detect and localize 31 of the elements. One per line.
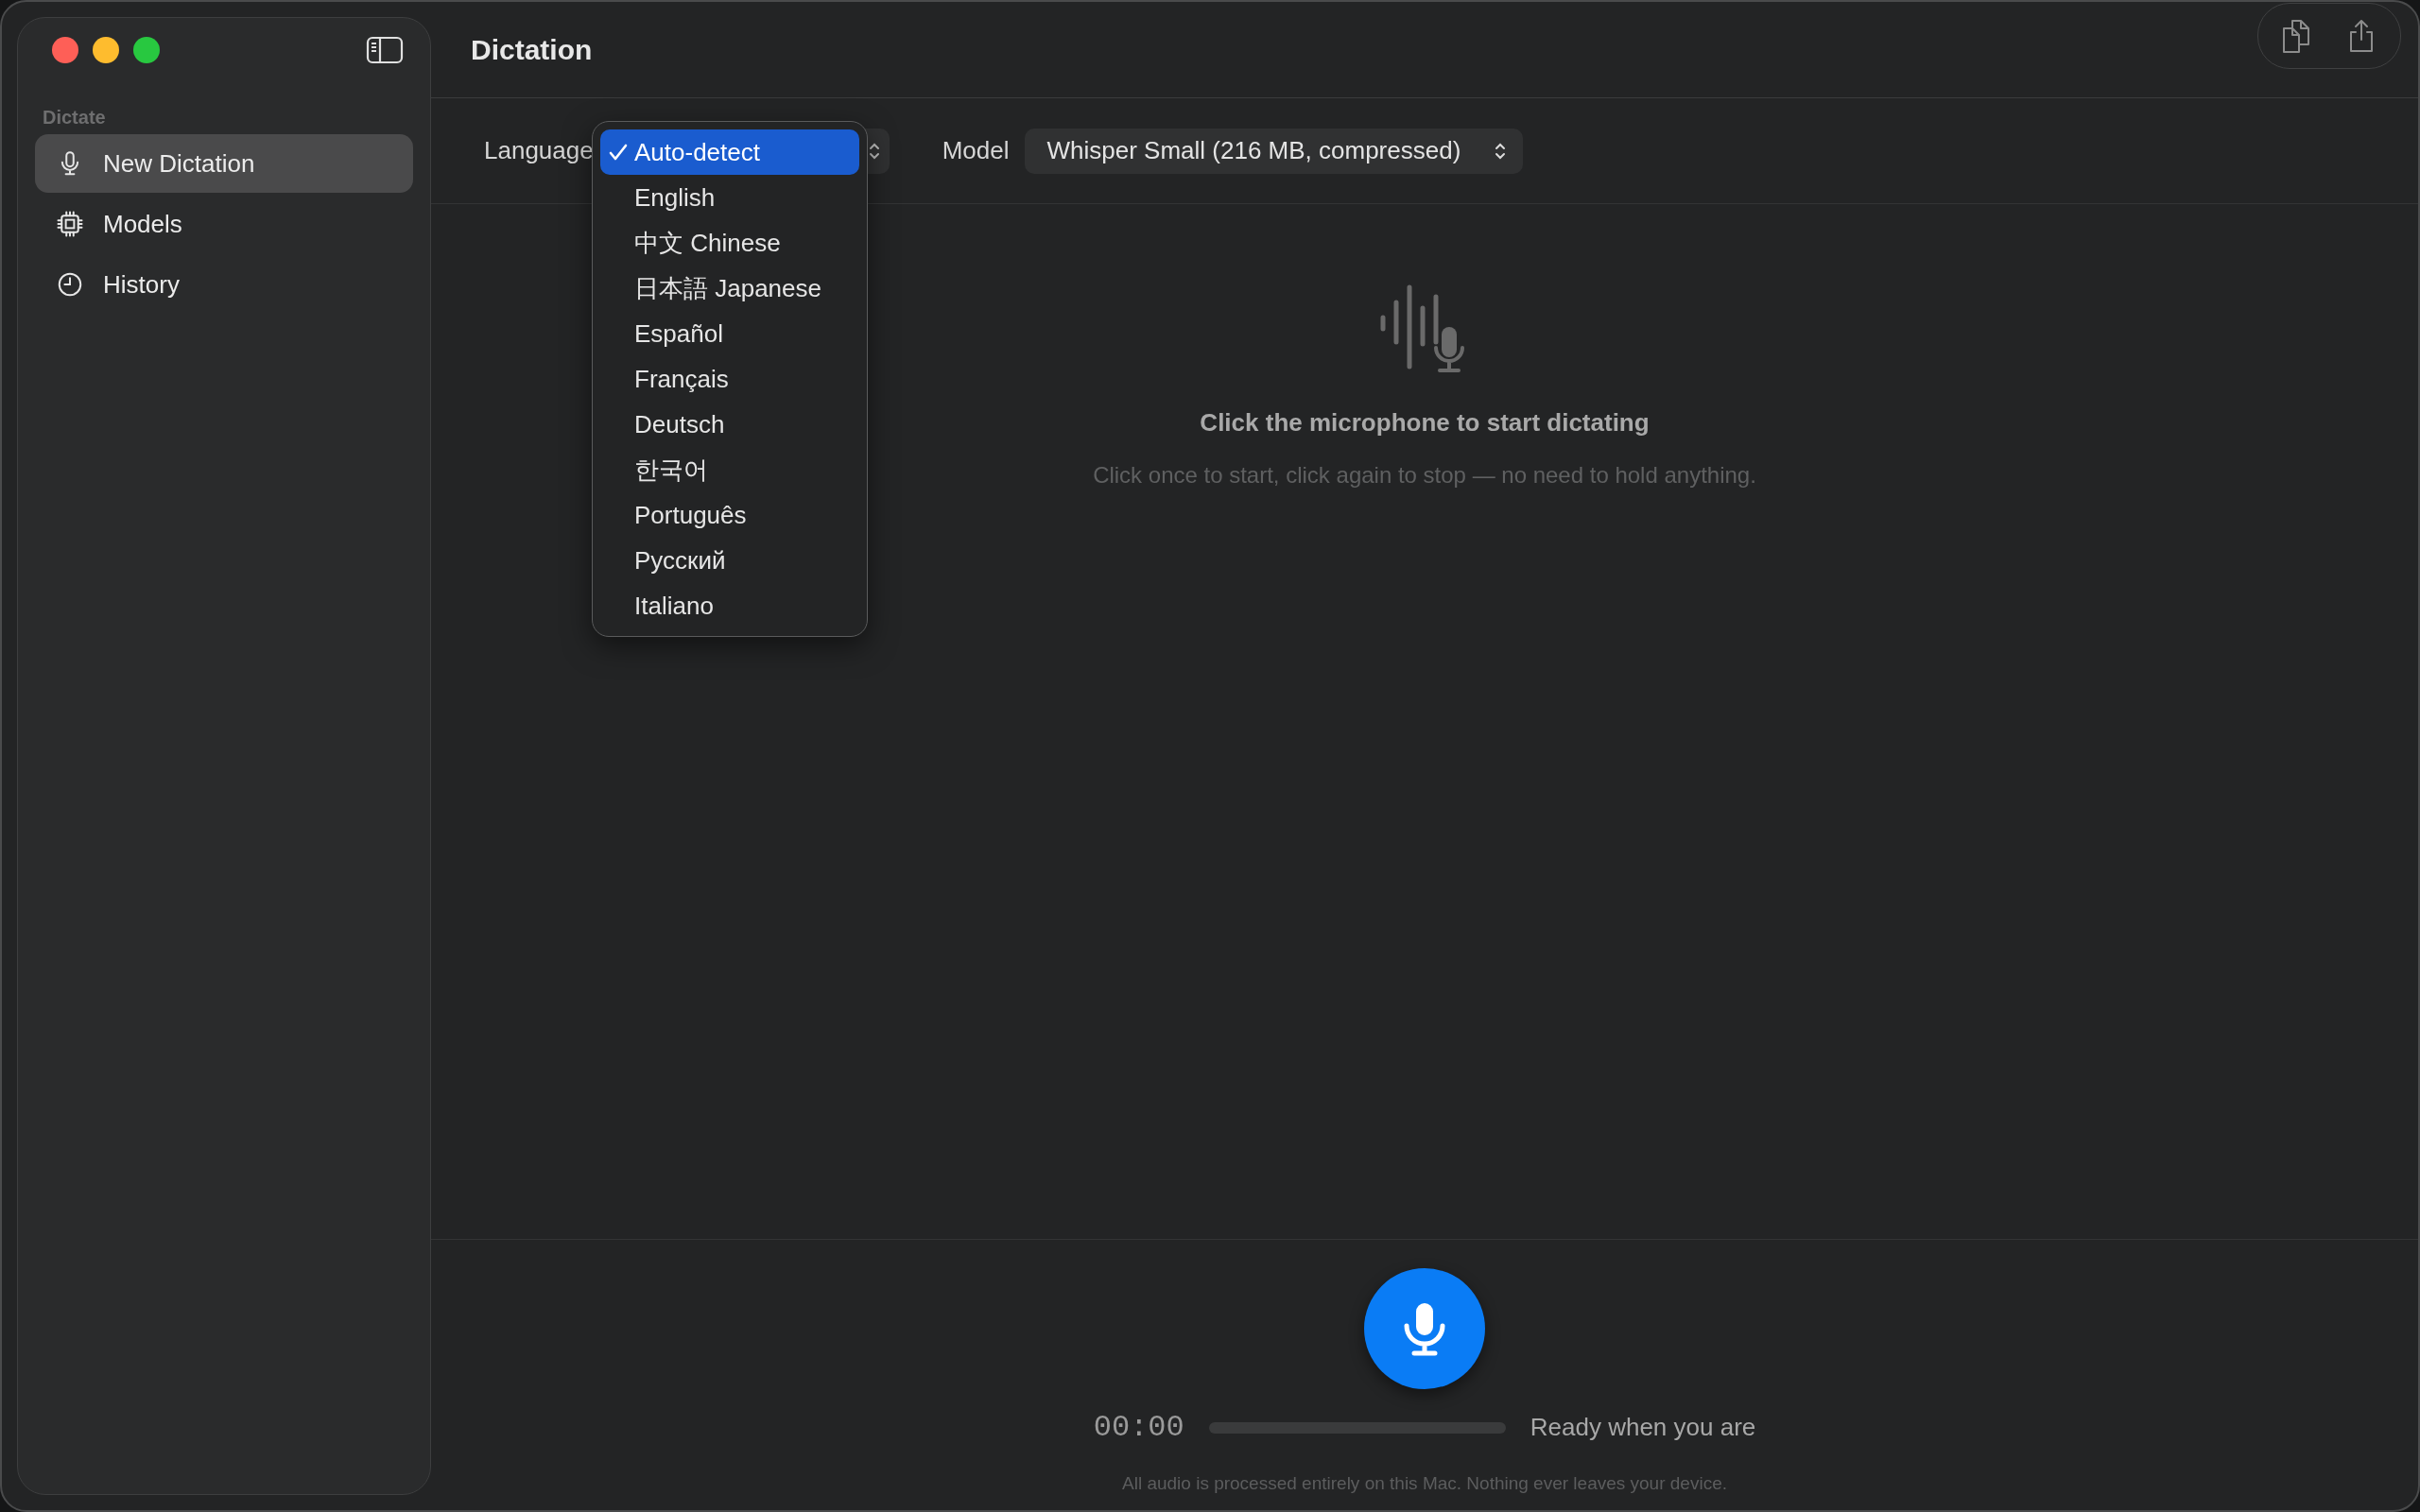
menu-item[interactable]: 한국어 (600, 447, 859, 492)
sidebar-item[interactable]: New Dictation (35, 134, 413, 193)
chip-icon (56, 210, 84, 238)
checkmark-icon (608, 143, 629, 162)
sidebar-section-title: Dictate (43, 107, 107, 129)
elapsed-time: 00:00 (1093, 1410, 1184, 1445)
close-button[interactable] (52, 37, 78, 63)
sidebar-item[interactable]: Models (35, 195, 413, 253)
sidebar-toggle-icon[interactable] (366, 36, 404, 64)
window-title: Dictation (471, 33, 593, 66)
menu-item[interactable]: Auto-detect (600, 129, 859, 175)
empty-state-hint: Click once to start, click again to stop — no need to hold anything. (1093, 462, 1756, 489)
menu-item[interactable]: Español (600, 311, 859, 356)
clock-icon (56, 270, 84, 299)
privacy-note: All audio is processed entirely on this Mac. Nothing ever leaves your device. (1122, 1473, 1727, 1494)
menu-item[interactable]: Русский (600, 538, 859, 583)
menu-item[interactable]: Français (600, 356, 859, 402)
minimize-button[interactable] (93, 37, 119, 63)
sidebar-item[interactable]: History (35, 255, 413, 314)
menu-item[interactable]: Italiano (600, 583, 859, 628)
menu-item[interactable]: Deutsch (600, 402, 859, 447)
empty-state-heading: Click the microphone to start dictating (1200, 408, 1650, 438)
menu-item[interactable]: Português (600, 492, 859, 538)
model-popup[interactable]: Whisper Small (216 MB, compressed) (1024, 128, 1524, 174)
menu-item[interactable]: 中文 Chinese (600, 220, 859, 266)
menu-item[interactable]: 日本語 Japanese (600, 266, 859, 311)
zoom-button[interactable] (133, 37, 160, 63)
status-text: Ready when you are (1530, 1413, 1756, 1442)
menu-item[interactable]: English (600, 175, 859, 220)
language-label: Language (484, 136, 594, 165)
model-label: Model (942, 136, 1010, 165)
